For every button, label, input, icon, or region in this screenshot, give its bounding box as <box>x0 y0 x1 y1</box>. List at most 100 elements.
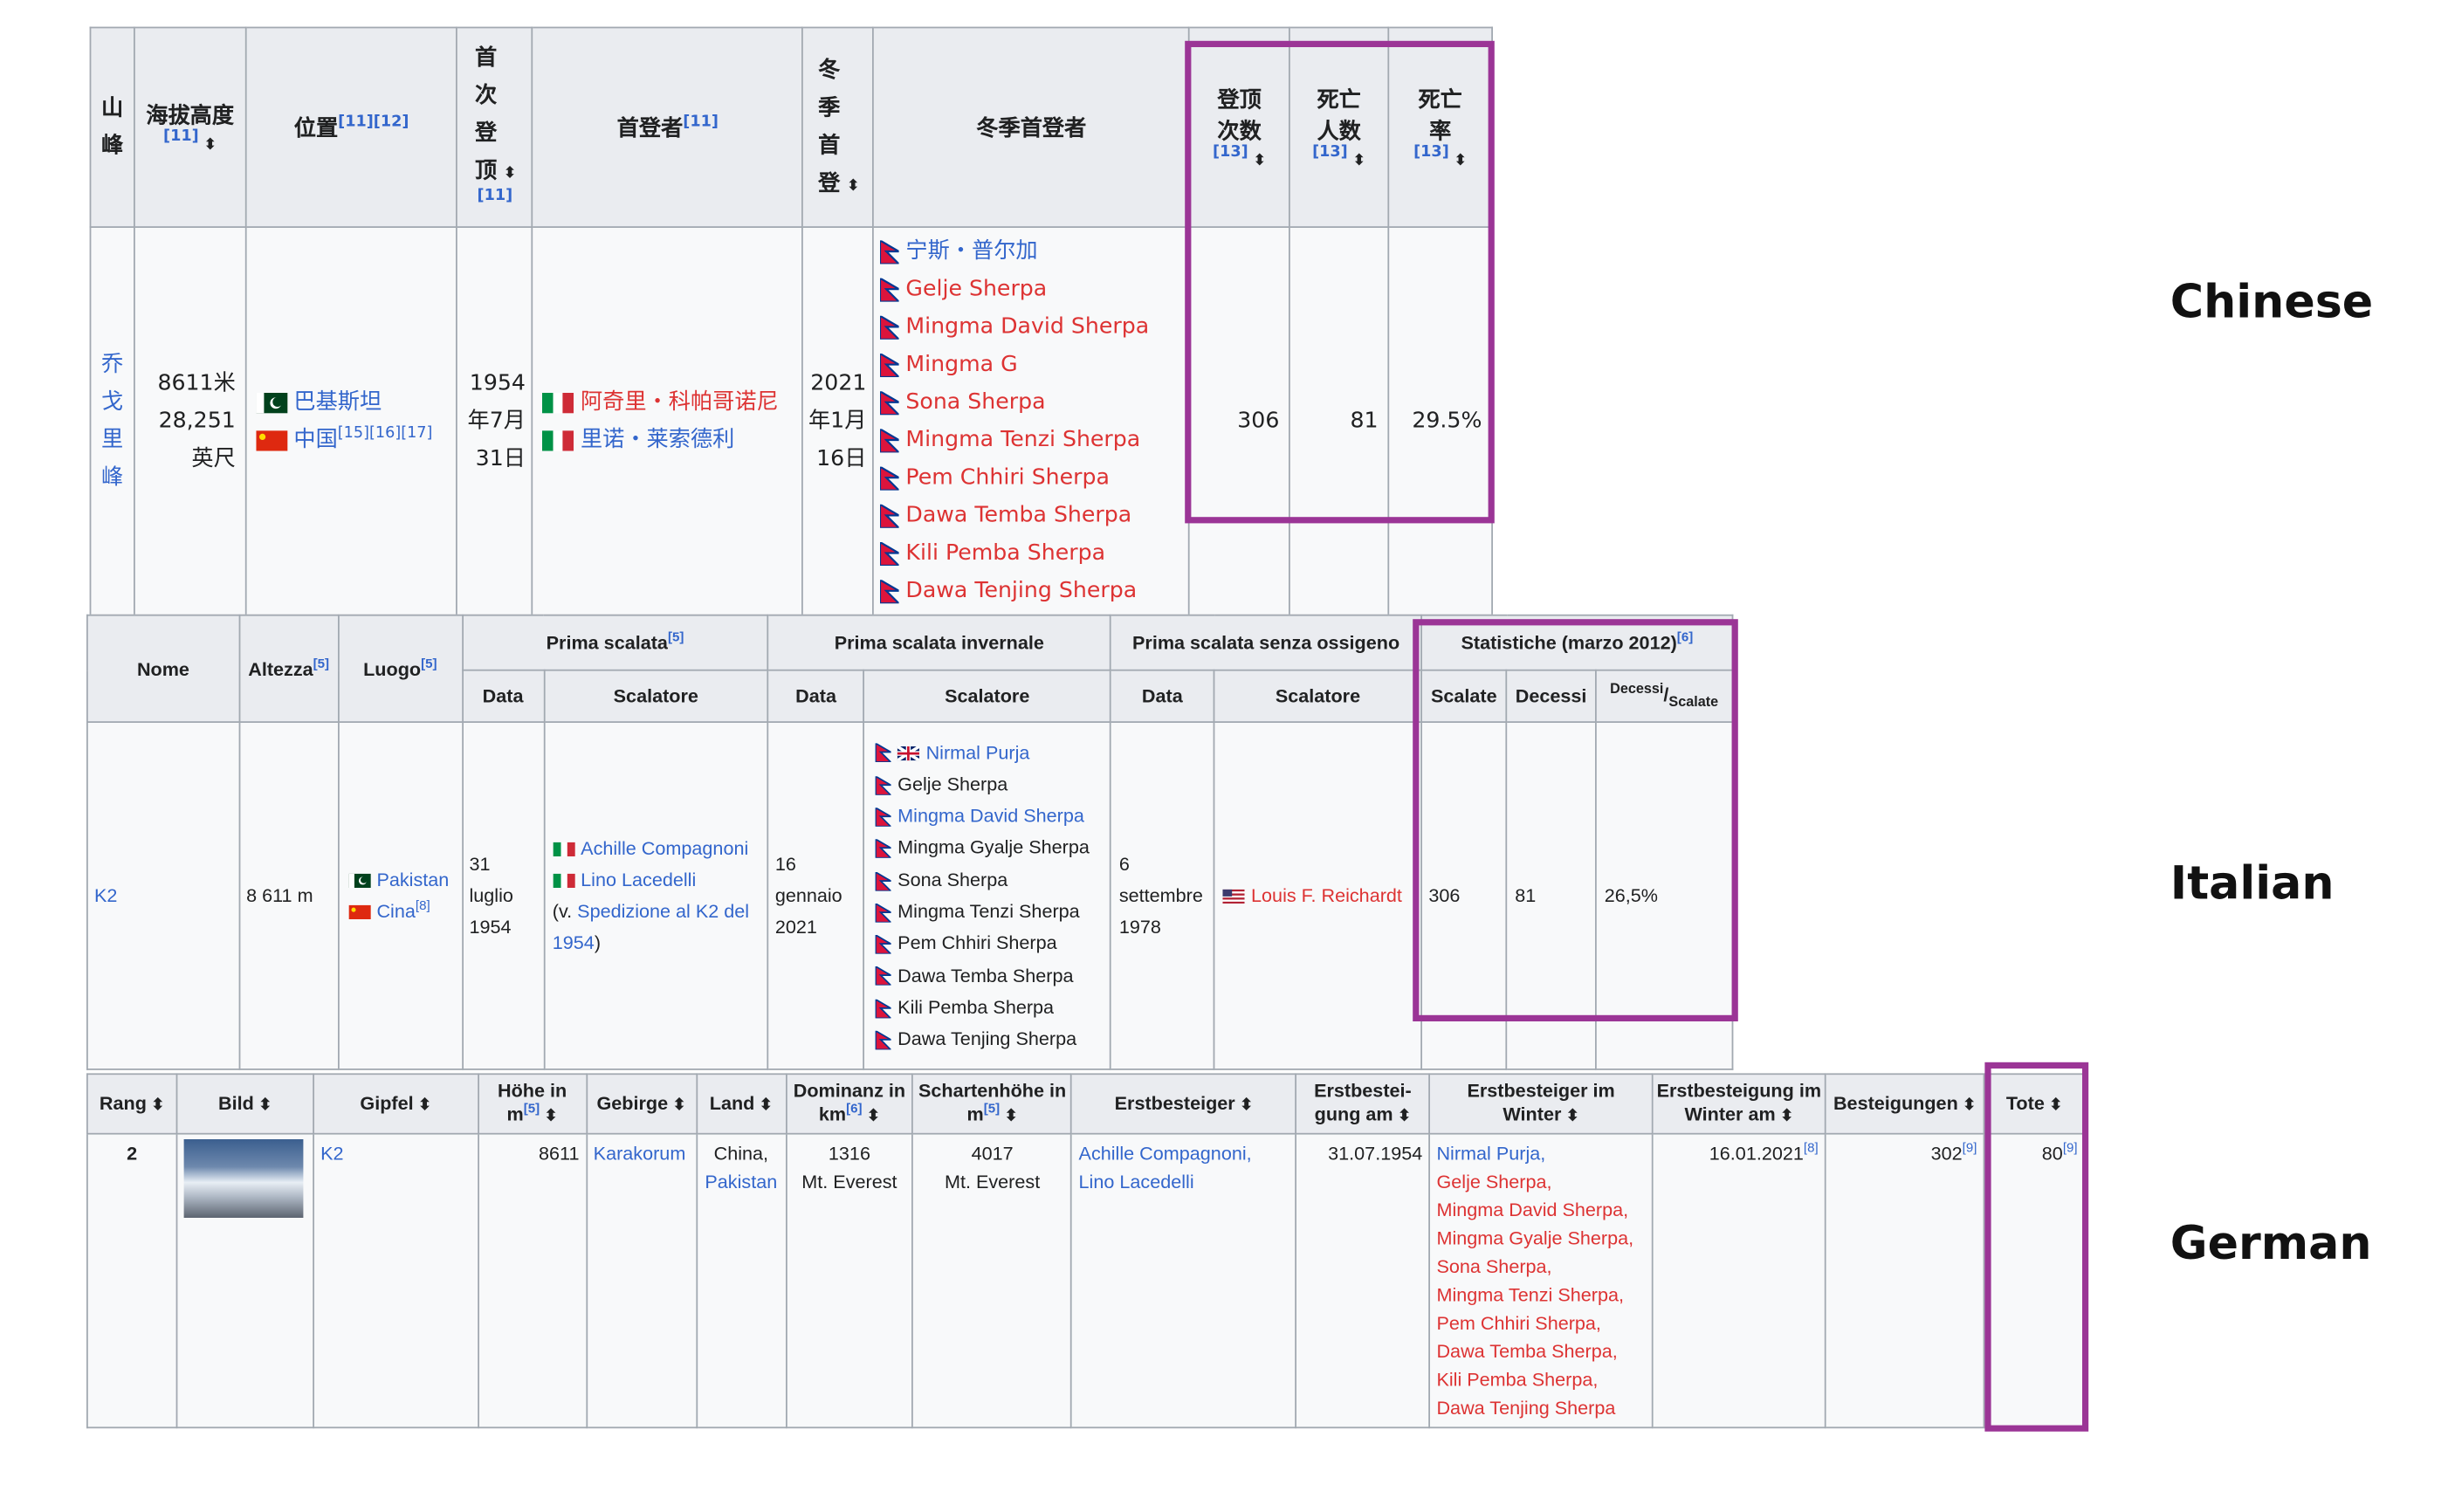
zh-winter-climbers: 宁斯・普尔加 Gelje Sherpa Mingma David Sherpa … <box>872 226 1191 616</box>
zh-header-winter-climbers[interactable]: 冬季首登者 <box>872 26 1191 229</box>
sort-icon[interactable]: ⬍ <box>151 1096 164 1114</box>
sort-icon[interactable]: ⬍ <box>673 1096 686 1114</box>
de-climber-link[interactable]: Achille Compagnoni, <box>1079 1139 1289 1167</box>
it-winter-climber-link[interactable]: Mingma David Sherpa <box>897 805 1084 827</box>
de-rang: 2 <box>86 1132 178 1429</box>
zh-winter-climber-link[interactable]: 宁斯・普尔加 <box>905 239 1037 265</box>
zh-winter-climber-link[interactable]: Gelje Sherpa <box>905 277 1047 302</box>
de-winter-climber-link[interactable]: Mingma Gyalje Sherpa, <box>1436 1224 1645 1252</box>
sort-icon[interactable]: ⬍ <box>1240 1096 1253 1114</box>
zh-climber-link[interactable]: 里诺・莱索德利 <box>581 428 734 453</box>
zh-location-pakistan[interactable]: 巴基斯坦 <box>293 389 382 415</box>
de-winter-climbers: Nirmal Purja, Gelje Sherpa, Mingma David… <box>1428 1132 1654 1429</box>
de-header-gebirge[interactable]: Gebirge ⬍ <box>585 1073 698 1135</box>
highlight-box-italian <box>1413 619 1738 1021</box>
de-winter-climber-link[interactable]: Pem Chhiri Sherpa, <box>1436 1309 1645 1337</box>
de-winter-climber-link[interactable]: Mingma Tenzi Sherpa, <box>1436 1281 1645 1309</box>
it-oss-climber-link[interactable]: Louis F. Reichardt <box>1251 884 1402 906</box>
de-header-land[interactable]: Land ⬍ <box>695 1073 787 1135</box>
it-expedition-link[interactable]: Spedizione al K2 del 1954 <box>553 900 749 953</box>
zh-header-elevation[interactable]: 海拔高度[11]⬍ <box>133 26 247 229</box>
zh-winter-climber-link[interactable]: Mingma G <box>905 352 1017 377</box>
de-dominanz: 1316 Mt. Everest <box>785 1132 914 1429</box>
de-winter-climber-link[interactable]: Dawa Temba Sherpa, <box>1436 1337 1645 1365</box>
it-winter-climber-link[interactable]: Nirmal Purja <box>926 741 1030 763</box>
sort-icon[interactable]: ⬍ <box>1780 1108 1793 1125</box>
de-winter-climber-link[interactable]: Sona Sherpa, <box>1436 1253 1645 1281</box>
it-climber-link[interactable]: Lino Lacedelli <box>581 869 696 890</box>
de-besteigungen: 302[9] <box>1824 1132 1985 1429</box>
sort-icon[interactable]: ⬍ <box>545 1108 558 1125</box>
nepal-flag-icon <box>880 465 900 490</box>
de-winter-climber-link[interactable]: Gelje Sherpa, <box>1436 1167 1645 1195</box>
nepal-flag-icon <box>875 871 891 890</box>
it-header-scalatore: Scalatore <box>1213 669 1423 723</box>
zh-climber-link[interactable]: 阿奇里・科帕哥诺尼 <box>581 389 779 415</box>
it-winter-climber: Pem Chhiri Sherpa <box>897 931 1057 955</box>
zh-header-mountain[interactable]: 山峰 <box>89 26 135 229</box>
zh-header-location[interactable]: 位置[11][12] <box>244 26 458 229</box>
sort-icon[interactable]: ⬍ <box>1005 1108 1018 1125</box>
de-header-hoehe[interactable]: Höhe in m[5] ⬍ <box>477 1073 588 1135</box>
de-hoehe: 8611 <box>477 1132 588 1429</box>
zh-header-first-climbers[interactable]: 首登者[11] <box>532 26 804 229</box>
de-header-dominanz[interactable]: Dominanz in km[6] ⬍ <box>785 1073 914 1135</box>
de-header-besteigungen[interactable]: Besteigungen ⬍ <box>1824 1073 1985 1135</box>
it-nome[interactable]: K2 <box>86 721 240 1070</box>
de-header-rang[interactable]: Rang ⬍ <box>86 1073 178 1135</box>
it-header-prima: Prima scalata[5] <box>461 614 769 671</box>
de-land-pakistan[interactable]: Pakistan <box>704 1167 779 1195</box>
zh-location-china[interactable]: 中国 <box>293 428 337 453</box>
zh-winter-climber-link[interactable]: Dawa Tenjing Sherpa <box>905 578 1137 603</box>
sort-icon[interactable]: ⬍ <box>503 165 516 182</box>
de-bild[interactable] <box>175 1132 314 1429</box>
pakistan-flag-icon <box>348 874 371 889</box>
italy-flag-icon <box>552 842 574 857</box>
zh-winter-climber-link[interactable]: Mingma David Sherpa <box>905 314 1149 340</box>
de-climber-link[interactable]: Lino Lacedelli <box>1079 1167 1289 1195</box>
de-header-erstbesteiger[interactable]: Erstbesteiger ⬍ <box>1070 1073 1297 1135</box>
de-gebirge[interactable]: Karakorum <box>585 1132 698 1429</box>
de-header-gipfel[interactable]: Gipfel ⬍ <box>313 1073 479 1135</box>
nepal-flag-icon <box>880 353 900 377</box>
de-header-erstbesteigung[interactable]: Erstbestei-gung am ⬍ <box>1295 1073 1431 1135</box>
sort-icon[interactable]: ⬍ <box>847 177 860 195</box>
it-climber-link[interactable]: Achille Compagnoni <box>581 837 748 859</box>
zh-winter-date: 2021年1月16日 <box>801 226 875 616</box>
zh-header-first-ascent[interactable]: 首次登顶 ⬍ [11] <box>456 26 533 229</box>
de-header-schartenhoehe[interactable]: Schartenhöhe in m[5] ⬍ <box>911 1073 1073 1135</box>
label-chinese: Chinese <box>2170 275 2374 329</box>
de-gipfel[interactable]: K2 <box>313 1132 479 1429</box>
sort-icon[interactable]: ⬍ <box>1398 1108 1411 1125</box>
de-header-winter[interactable]: Erstbesteiger im Winter ⬍ <box>1428 1073 1654 1135</box>
sort-icon[interactable]: ⬍ <box>867 1108 880 1125</box>
sort-icon[interactable]: ⬍ <box>258 1096 272 1114</box>
k2-thumbnail-image[interactable] <box>183 1139 304 1218</box>
it-header-scalatore: Scalatore <box>542 669 769 723</box>
it-luogo-cina[interactable]: Cina <box>376 900 415 922</box>
de-header-bild[interactable]: Bild ⬍ <box>175 1073 314 1135</box>
sort-icon[interactable]: ⬍ <box>1963 1096 1976 1114</box>
sort-icon[interactable]: ⬍ <box>1566 1108 1579 1125</box>
zh-winter-climber-link[interactable]: Mingma Tenzi Sherpa <box>905 428 1140 453</box>
zh-header-winter-ascent[interactable]: 冬季首登 ⬍ <box>801 26 875 229</box>
de-winter-climber-link[interactable]: Kili Pemba Sherpa, <box>1436 1365 1645 1393</box>
zh-mountain-link[interactable]: 乔戈里峰 <box>89 226 135 616</box>
label-italian: Italian <box>2170 856 2335 911</box>
de-erstbesteigung: 31.07.1954 <box>1295 1132 1431 1429</box>
de-header-winter-date[interactable]: Erstbesteigung im Winter am ⬍ <box>1651 1073 1826 1135</box>
it-winter-climber: Sona Sherpa <box>897 868 1008 891</box>
zh-winter-climber-link[interactable]: Pem Chhiri Sherpa <box>905 465 1110 491</box>
de-winter-climber-link[interactable]: Mingma David Sherpa, <box>1436 1196 1645 1224</box>
sort-icon[interactable]: ⬍ <box>418 1096 431 1114</box>
zh-first-climbers: 阿奇里・科帕哥诺尼 里诺・莱索德利 <box>532 226 804 616</box>
zh-winter-climber-link[interactable]: Sona Sherpa <box>905 389 1045 415</box>
de-winter-climber-link[interactable]: Nirmal Purja, <box>1436 1139 1645 1167</box>
zh-winter-climber-link[interactable]: Kili Pemba Sherpa <box>905 540 1105 566</box>
zh-winter-climber-link[interactable]: Dawa Temba Sherpa <box>905 503 1131 528</box>
sort-icon[interactable]: ⬍ <box>203 137 217 155</box>
sort-icon[interactable]: ⬍ <box>760 1096 773 1114</box>
de-winter-climber-link[interactable]: Dawa Tenjing Sherpa <box>1436 1394 1645 1422</box>
italy-flag-icon <box>542 392 574 413</box>
it-luogo-pakistan[interactable]: Pakistan <box>376 869 449 890</box>
